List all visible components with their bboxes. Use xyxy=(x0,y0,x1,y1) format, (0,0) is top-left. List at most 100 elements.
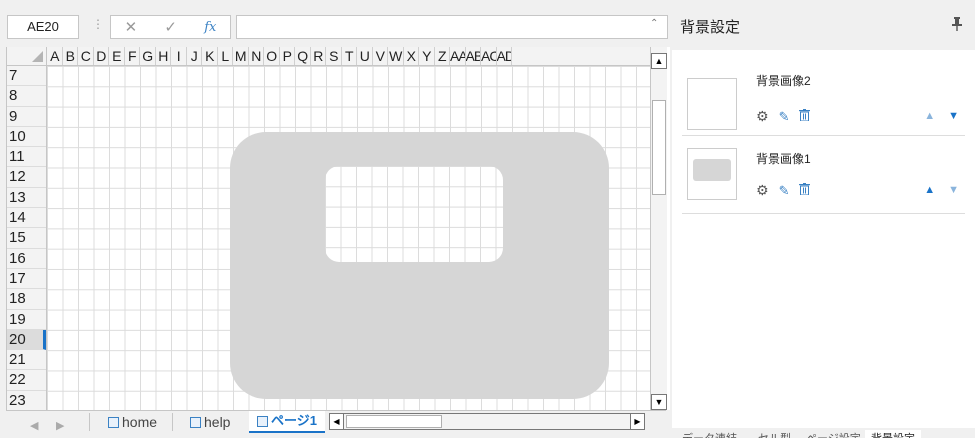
delete-trash-icon[interactable] xyxy=(799,183,811,198)
column-header[interactable]: S xyxy=(326,47,342,65)
column-header[interactable]: N xyxy=(249,47,264,65)
name-box[interactable]: AE20 xyxy=(7,15,79,39)
scroll-up-icon[interactable]: ▲ xyxy=(651,53,667,69)
column-header[interactable]: AB xyxy=(466,47,481,65)
background-image-cutout xyxy=(325,166,503,262)
app-window: AE20 ⋮ ✕ ✓ fx ⌃ ABCDEFGHIJKLMNOPQRSTUVWX… xyxy=(0,0,975,438)
row-header[interactable]: 13 xyxy=(7,188,46,209)
expand-formula-icon[interactable]: ⌃ xyxy=(650,18,658,29)
row-header[interactable]: 15 xyxy=(7,228,46,249)
column-header[interactable]: I xyxy=(171,47,187,65)
column-header[interactable]: Z xyxy=(435,47,450,65)
column-header[interactable]: G xyxy=(140,47,156,65)
row-header[interactable]: 22 xyxy=(7,370,46,391)
delete-trash-icon[interactable] xyxy=(799,109,811,124)
vertical-scroll-thumb[interactable] xyxy=(652,100,666,195)
column-header[interactable]: Q xyxy=(295,47,311,65)
move-down-icon[interactable]: ▼ xyxy=(948,110,959,122)
scroll-right-icon[interactable]: ▶ xyxy=(630,414,644,429)
row-header[interactable]: 14 xyxy=(7,208,46,229)
column-header[interactable]: J xyxy=(187,47,202,65)
column-header[interactable]: L xyxy=(218,47,233,65)
tab-data-binding[interactable]: データ連結 xyxy=(682,430,737,438)
function-icon[interactable]: fx xyxy=(204,20,216,35)
tab-background-settings[interactable]: 背景設定 xyxy=(865,430,921,438)
column-header[interactable]: O xyxy=(264,47,280,65)
column-header[interactable]: P xyxy=(280,47,295,65)
column-header[interactable]: AC xyxy=(481,47,497,65)
tab-next-icon[interactable]: ▶ xyxy=(56,419,64,432)
column-header[interactable]: T xyxy=(342,47,357,65)
image-thumbnail xyxy=(687,78,737,130)
tab-page-settings[interactable]: ページ設定 xyxy=(806,430,861,438)
column-header[interactable]: H xyxy=(156,47,171,65)
select-all-corner[interactable] xyxy=(7,47,47,66)
column-header[interactable]: A xyxy=(47,47,63,65)
column-header[interactable]: E xyxy=(109,47,125,65)
row-header[interactable]: 10 xyxy=(7,127,46,148)
pin-icon[interactable] xyxy=(952,17,962,34)
sheet-tab-bar: ◀ ▶ home help ページ1 ◀ ▶ xyxy=(6,410,666,438)
scroll-down-icon[interactable]: ▼ xyxy=(651,394,667,410)
tab-divider xyxy=(172,413,173,431)
sheet-tab-help[interactable]: help xyxy=(190,411,230,433)
column-header[interactable]: K xyxy=(202,47,218,65)
sheet-tab-home[interactable]: home xyxy=(108,411,157,433)
settings-gear-icon[interactable]: ⚙ xyxy=(756,108,769,125)
settings-gear-icon[interactable]: ⚙ xyxy=(756,182,769,199)
list-item[interactable]: 背景画像2 ⚙ ✎ ▲ ▼ xyxy=(682,58,965,136)
row-header[interactable]: 17 xyxy=(7,269,46,290)
column-header[interactable]: B xyxy=(63,47,78,65)
row-header[interactable]: 8 xyxy=(7,86,46,107)
column-header[interactable]: M xyxy=(233,47,249,65)
column-header[interactable]: C xyxy=(78,47,94,65)
formula-input[interactable] xyxy=(236,15,668,39)
background-image-list: 背景画像2 ⚙ ✎ ▲ ▼ 背景画像1 ⚙ ✎ ▲ ▼ xyxy=(672,50,975,428)
column-header[interactable]: V xyxy=(373,47,388,65)
column-header[interactable]: R xyxy=(311,47,326,65)
tab-cell-type[interactable]: セル型 xyxy=(758,430,791,438)
list-item[interactable]: 背景画像1 ⚙ ✎ ▲ ▼ xyxy=(682,136,965,214)
sheet-tab-label: help xyxy=(204,414,231,430)
column-header[interactable]: X xyxy=(404,47,419,65)
horizontal-scrollbar[interactable]: ◀ ▶ xyxy=(329,413,645,430)
move-up-icon[interactable]: ▲ xyxy=(924,110,935,122)
column-header[interactable]: W xyxy=(388,47,404,65)
row-header[interactable]: 18 xyxy=(7,289,46,310)
move-up-icon[interactable]: ▲ xyxy=(924,184,935,196)
sheet-tab-label: ページ1 xyxy=(271,413,317,428)
row-header[interactable]: 23 xyxy=(7,391,46,410)
cell-area[interactable] xyxy=(47,66,651,410)
scroll-left-icon[interactable]: ◀ xyxy=(330,414,344,429)
row-header[interactable]: 9 xyxy=(7,107,46,127)
column-header[interactable]: D xyxy=(94,47,109,65)
edit-pencil-icon[interactable]: ✎ xyxy=(779,183,790,199)
cancel-icon[interactable]: ✕ xyxy=(125,18,138,36)
edit-pencil-icon[interactable]: ✎ xyxy=(779,109,790,125)
order-arrows: ▲ ▼ xyxy=(924,184,959,196)
sheet-tab-label: home xyxy=(122,414,158,430)
vertical-scrollbar[interactable]: ▲ ▼ xyxy=(650,47,667,410)
formula-buttons: ✕ ✓ fx xyxy=(110,15,231,39)
row-header[interactable]: 12 xyxy=(7,167,46,188)
background-image-shape[interactable] xyxy=(230,132,609,399)
column-header[interactable]: Y xyxy=(419,47,435,65)
move-down-icon[interactable]: ▼ xyxy=(948,184,959,196)
row-header[interactable]: 7 xyxy=(7,66,46,87)
column-header[interactable]: U xyxy=(357,47,373,65)
row-header[interactable]: 21 xyxy=(7,350,46,371)
row-header[interactable]: 11 xyxy=(7,147,46,168)
row-header[interactable]: 16 xyxy=(7,249,46,269)
column-header[interactable]: AA xyxy=(450,47,466,65)
column-header[interactable]: F xyxy=(125,47,140,65)
tab-divider xyxy=(89,413,90,431)
enter-icon[interactable]: ✓ xyxy=(164,18,177,36)
sheet-tab-page1[interactable]: ページ1 xyxy=(249,411,325,433)
tab-prev-icon[interactable]: ◀ xyxy=(30,419,38,432)
column-header[interactable]: AD xyxy=(497,47,512,65)
row-header[interactable]: 19 xyxy=(7,310,46,330)
row-header[interactable]: 20 xyxy=(7,329,46,351)
sheet-icon xyxy=(257,415,268,427)
item-actions: ⚙ ✎ xyxy=(756,108,811,125)
horizontal-scroll-thumb[interactable] xyxy=(346,415,442,428)
